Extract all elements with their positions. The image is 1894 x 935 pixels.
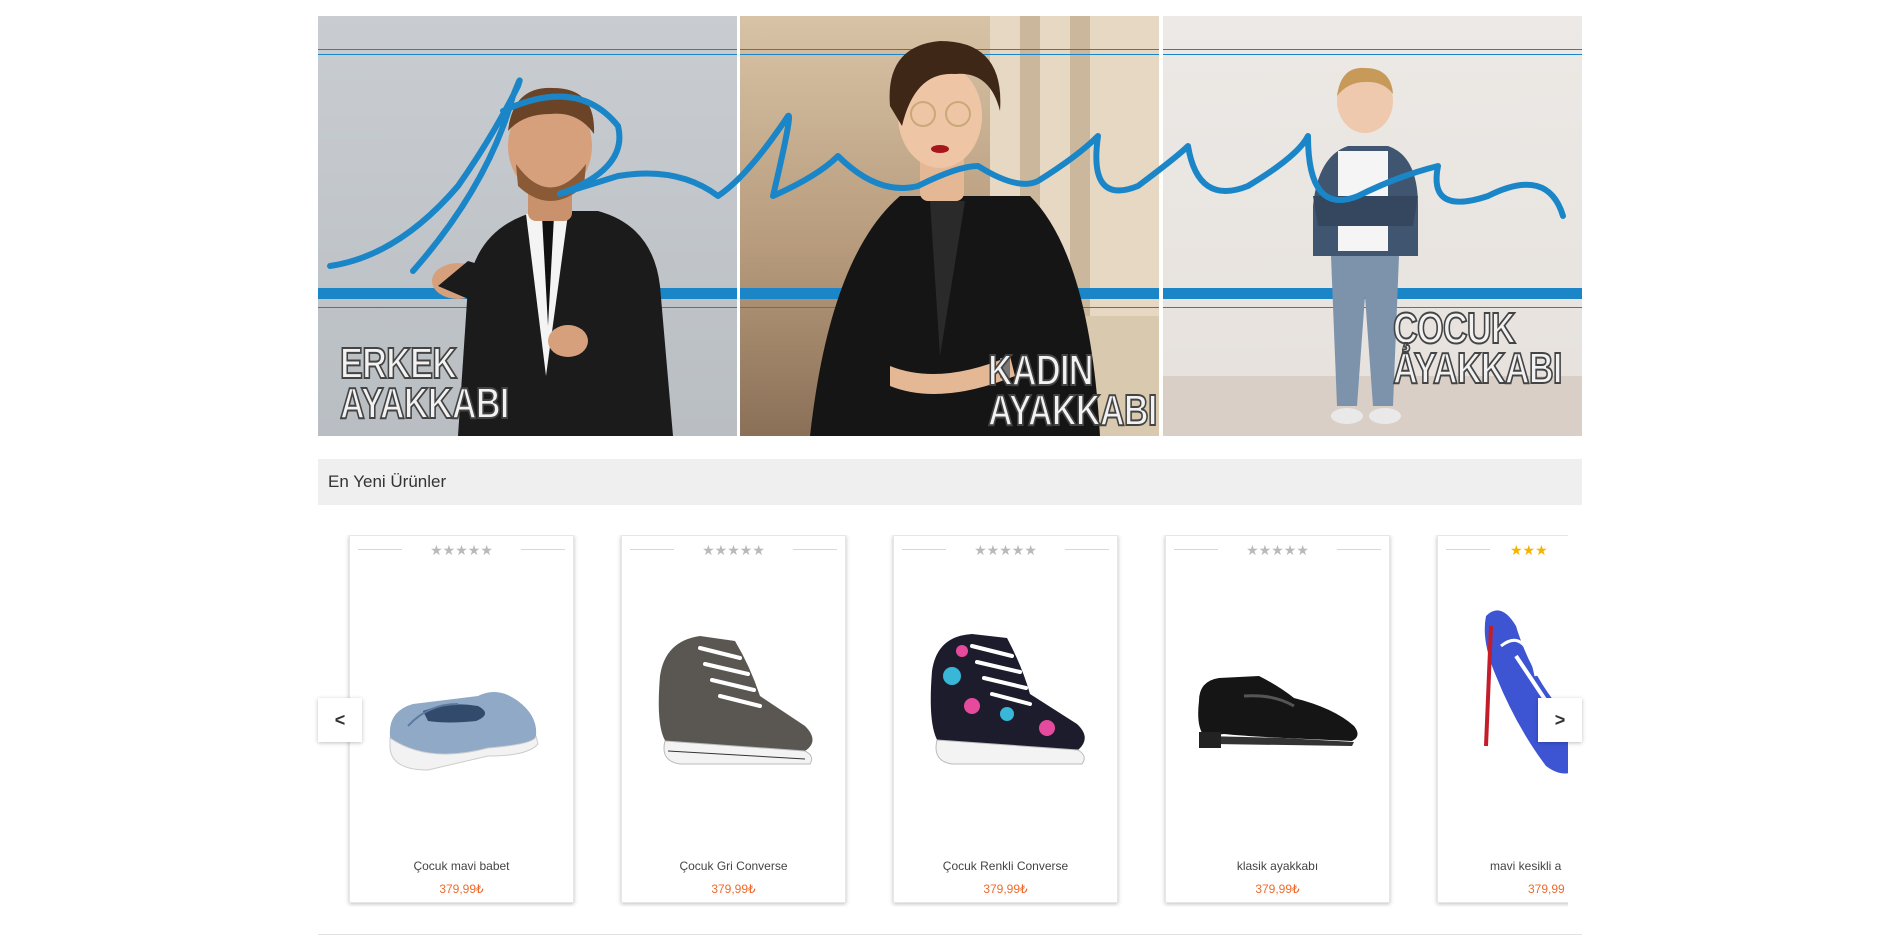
product-price: 379,99₺ (711, 882, 756, 896)
product-name[interactable]: Çocuk Renkli Converse (894, 859, 1117, 873)
rating-stars: ★★★★★ (702, 542, 765, 558)
carousel-track: ★★★★★ Çocuk mavi babet 379,99₺ ★★★★★ Çoc… (318, 535, 1568, 907)
section-title: En Yeni Ürünler (328, 472, 447, 491)
product-card[interactable]: ★★★★★ Çocuk Renkli Converse 379,99₺ (893, 535, 1118, 903)
product-name[interactable]: mavi kesikli a (1490, 859, 1568, 873)
product-name[interactable]: Çocuk mavi babet (350, 859, 573, 873)
product-image (930, 634, 1085, 765)
carousel-prev-button[interactable]: < (318, 698, 362, 742)
divider (1163, 49, 1582, 50)
rating-stars: ★★★★★ (974, 542, 1037, 558)
divider (318, 54, 737, 55)
product-card[interactable]: ★★★★★ klasik ayakkabı 379,99₺ (1165, 535, 1390, 903)
divider (1163, 54, 1582, 55)
category-banner: ERKEK AYAKKABI KADIN AYAKKABI ÇOCUK AYAK… (318, 16, 1582, 436)
divider (318, 49, 737, 50)
category-men-label: ERKEK AYAKKABI (339, 339, 510, 428)
carousel-next-button[interactable]: > (1538, 698, 1582, 742)
product-image (389, 692, 539, 771)
product-image (658, 636, 813, 765)
product-price: 379,99₺ (983, 882, 1028, 896)
product-name[interactable]: Çocuk Gri Converse (622, 859, 845, 873)
rating-stars: ★★★★★ (430, 542, 493, 558)
divider (1446, 549, 1490, 550)
category-women-label: KADIN AYAKKABI (987, 346, 1158, 435)
product-price: 379,99 (1528, 882, 1565, 896)
product-carousel: ★★★★★ Çocuk mavi babet 379,99₺ ★★★★★ Çoc… (318, 535, 1582, 907)
product-image (1198, 676, 1358, 748)
rating-stars: ★★★ (1510, 542, 1548, 558)
product-card[interactable]: ★★★★★ Çocuk Gri Converse 379,99₺ (621, 535, 846, 903)
product-card[interactable]: ★★★★★ Çocuk mavi babet 379,99₺ (349, 535, 574, 903)
category-kids-label: ÇOCUK AYAKKABI (1392, 304, 1563, 393)
product-price: 379,99₺ (1255, 882, 1300, 896)
product-name[interactable]: klasik ayakkabı (1166, 859, 1389, 873)
category-men[interactable]: ERKEK AYAKKABI (318, 16, 737, 436)
product-price: 379,99₺ (439, 882, 484, 896)
category-kids[interactable]: ÇOCUK AYAKKABI (1163, 16, 1582, 436)
rating-stars: ★★★★★ (1246, 542, 1309, 558)
section-header: En Yeni Ürünler (318, 459, 1582, 505)
category-women[interactable]: KADIN AYAKKABI (740, 16, 1159, 436)
